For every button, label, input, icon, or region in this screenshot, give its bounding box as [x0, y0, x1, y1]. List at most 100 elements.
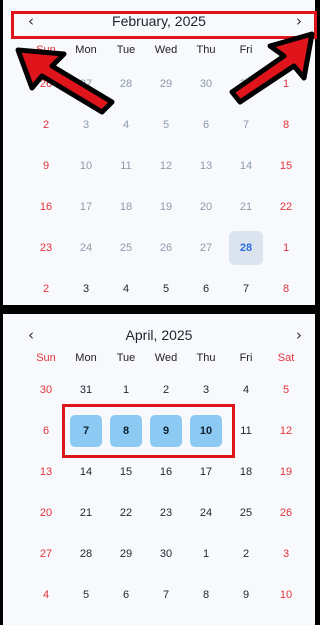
day-cell[interactable]: 18 [226, 452, 266, 493]
day-cell[interactable]: 10 [186, 411, 226, 452]
day-cell[interactable]: 5 [146, 269, 186, 310]
day-cell[interactable]: 26 [146, 228, 186, 269]
day-cell[interactable]: 4 [106, 269, 146, 310]
day-cell[interactable]: 28 [226, 228, 266, 269]
day-cell[interactable]: 8 [266, 105, 306, 146]
next-month-button[interactable]: › [287, 8, 311, 34]
day-cell[interactable]: 8 [186, 575, 226, 616]
day-cell[interactable]: 5 [66, 575, 106, 616]
day-cell[interactable]: 3 [266, 534, 306, 575]
day-cell[interactable]: 23 [26, 228, 66, 269]
day-cell[interactable]: 16 [26, 187, 66, 228]
day-cell[interactable]: 29 [106, 534, 146, 575]
day-cell[interactable]: 22 [266, 187, 306, 228]
day-number: 7 [242, 283, 250, 295]
day-cell[interactable]: 26 [26, 64, 66, 105]
day-cell[interactable]: 1 [106, 370, 146, 411]
day-number: 5 [82, 589, 90, 601]
day-cell[interactable]: 4 [226, 370, 266, 411]
day-cell[interactable]: 7 [146, 575, 186, 616]
day-cell[interactable]: 9 [226, 575, 266, 616]
day-cell[interactable]: 27 [186, 228, 226, 269]
day-cell[interactable]: 10 [66, 146, 106, 187]
day-number: 6 [202, 283, 210, 295]
day-cell[interactable]: 10 [266, 575, 306, 616]
day-cell[interactable]: 24 [66, 228, 106, 269]
day-cell[interactable]: 12 [146, 146, 186, 187]
day-cell[interactable]: 7 [66, 411, 106, 452]
day-cell[interactable]: 12 [266, 411, 306, 452]
day-cell[interactable]: 3 [66, 269, 106, 310]
day-cell[interactable]: 2 [26, 269, 66, 310]
day-cell[interactable]: 9 [26, 146, 66, 187]
day-cell[interactable]: 4 [26, 575, 66, 616]
day-cell[interactable]: 4 [106, 105, 146, 146]
day-number: 6 [202, 119, 210, 131]
day-cell[interactable]: 8 [106, 411, 146, 452]
day-cell[interactable]: 1 [186, 534, 226, 575]
day-cell[interactable]: 21 [66, 493, 106, 534]
day-cell[interactable]: 13 [186, 146, 226, 187]
day-cell[interactable]: 21 [226, 187, 266, 228]
day-cell[interactable]: 22 [106, 493, 146, 534]
day-cell[interactable]: 26 [266, 493, 306, 534]
day-number: 24 [79, 242, 93, 254]
day-cell[interactable]: 1 [266, 228, 306, 269]
day-cell[interactable]: 28 [66, 534, 106, 575]
day-cell[interactable]: 17 [66, 187, 106, 228]
day-cell[interactable]: 25 [226, 493, 266, 534]
day-cell[interactable]: 27 [66, 64, 106, 105]
weekday-label: Tue [116, 44, 136, 56]
day-cell[interactable]: 28 [106, 64, 146, 105]
day-cell[interactable]: 15 [106, 452, 146, 493]
next-month-button[interactable]: › [287, 322, 311, 348]
day-cell[interactable]: 30 [146, 534, 186, 575]
day-cell[interactable]: 14 [66, 452, 106, 493]
day-cell[interactable]: 11 [226, 411, 266, 452]
day-number: 14 [239, 160, 253, 172]
day-cell[interactable]: 8 [266, 269, 306, 310]
day-cell[interactable]: 24 [186, 493, 226, 534]
day-number: 3 [202, 384, 210, 396]
weekday-label: Sun [36, 352, 56, 364]
day-cell[interactable]: 9 [146, 411, 186, 452]
day-cell[interactable]: 3 [66, 105, 106, 146]
day-cell[interactable]: 14 [226, 146, 266, 187]
day-cell[interactable]: 31 [66, 370, 106, 411]
day-cell[interactable]: 6 [186, 269, 226, 310]
day-cell[interactable]: 13 [26, 452, 66, 493]
day-cell[interactable]: 20 [186, 187, 226, 228]
weekday-label: Mon [75, 44, 97, 56]
day-cell[interactable]: 2 [226, 534, 266, 575]
day-cell[interactable]: 20 [26, 493, 66, 534]
day-cell[interactable]: 27 [26, 534, 66, 575]
day-number: 8 [202, 589, 210, 601]
day-cell[interactable]: 5 [266, 370, 306, 411]
day-number: 30 [159, 548, 173, 560]
day-cell[interactable]: 25 [106, 228, 146, 269]
day-cell[interactable]: 6 [26, 411, 66, 452]
day-cell[interactable]: 19 [146, 187, 186, 228]
day-cell[interactable]: 3 [186, 370, 226, 411]
day-cell[interactable]: 17 [186, 452, 226, 493]
weekday-label: Wed [154, 352, 178, 364]
day-cell[interactable]: 30 [26, 370, 66, 411]
day-cell[interactable]: 31 [226, 64, 266, 105]
day-cell[interactable]: 16 [146, 452, 186, 493]
day-cell[interactable]: 7 [226, 105, 266, 146]
day-cell[interactable]: 7 [226, 269, 266, 310]
day-cell[interactable]: 19 [266, 452, 306, 493]
day-cell[interactable]: 30 [186, 64, 226, 105]
day-number: 28 [119, 78, 133, 90]
day-cell[interactable]: 23 [146, 493, 186, 534]
day-cell[interactable]: 1 [266, 64, 306, 105]
day-cell[interactable]: 6 [106, 575, 146, 616]
day-cell[interactable]: 29 [146, 64, 186, 105]
day-cell[interactable]: 2 [26, 105, 66, 146]
day-cell[interactable]: 5 [146, 105, 186, 146]
day-cell[interactable]: 11 [106, 146, 146, 187]
day-cell[interactable]: 6 [186, 105, 226, 146]
day-cell[interactable]: 2 [146, 370, 186, 411]
day-cell[interactable]: 15 [266, 146, 306, 187]
day-cell[interactable]: 18 [106, 187, 146, 228]
